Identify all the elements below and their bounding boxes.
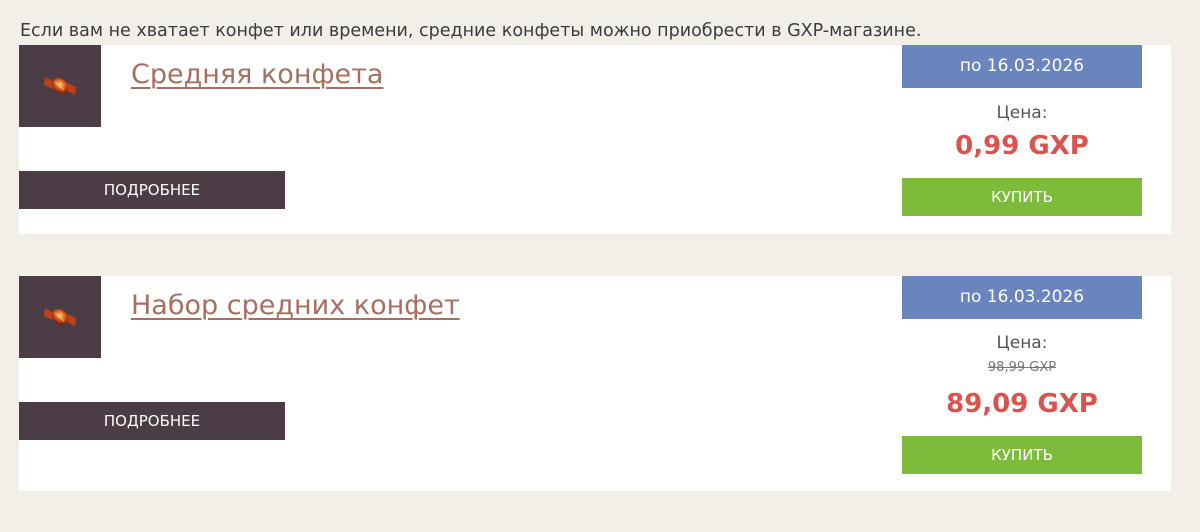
date-badge: по 16.03.2026 xyxy=(902,276,1142,319)
old-price: 98,99 GXP xyxy=(987,360,1057,375)
buy-button[interactable]: КУПИТЬ xyxy=(902,178,1142,216)
product-thumbnail[interactable] xyxy=(19,276,101,358)
buy-button[interactable]: КУПИТЬ xyxy=(902,436,1142,474)
details-button[interactable]: ПОДРОБНЕЕ xyxy=(19,402,285,440)
price-value: 0,99 GXP xyxy=(955,131,1089,161)
price-label: Цена: xyxy=(996,333,1048,353)
product-title-link[interactable]: Средняя конфета xyxy=(131,59,383,90)
product-card: Набор средних конфет ПОДРОБНЕЕ по 16.03.… xyxy=(19,276,1171,491)
price-value: 89,09 GXP xyxy=(946,389,1098,419)
date-badge: по 16.03.2026 xyxy=(902,45,1142,88)
product-thumbnail[interactable] xyxy=(19,45,101,127)
candy-icon xyxy=(44,308,76,326)
candy-icon xyxy=(44,77,76,95)
details-button[interactable]: ПОДРОБНЕЕ xyxy=(19,171,285,209)
product-card: Средняя конфета ПОДРОБНЕЕ по 16.03.2026 … xyxy=(19,45,1171,234)
product-title-link[interactable]: Набор средних конфет xyxy=(131,290,460,321)
intro-text: Если вам не хватает конфет или времени, … xyxy=(20,21,922,41)
price-label: Цена: xyxy=(996,103,1048,123)
